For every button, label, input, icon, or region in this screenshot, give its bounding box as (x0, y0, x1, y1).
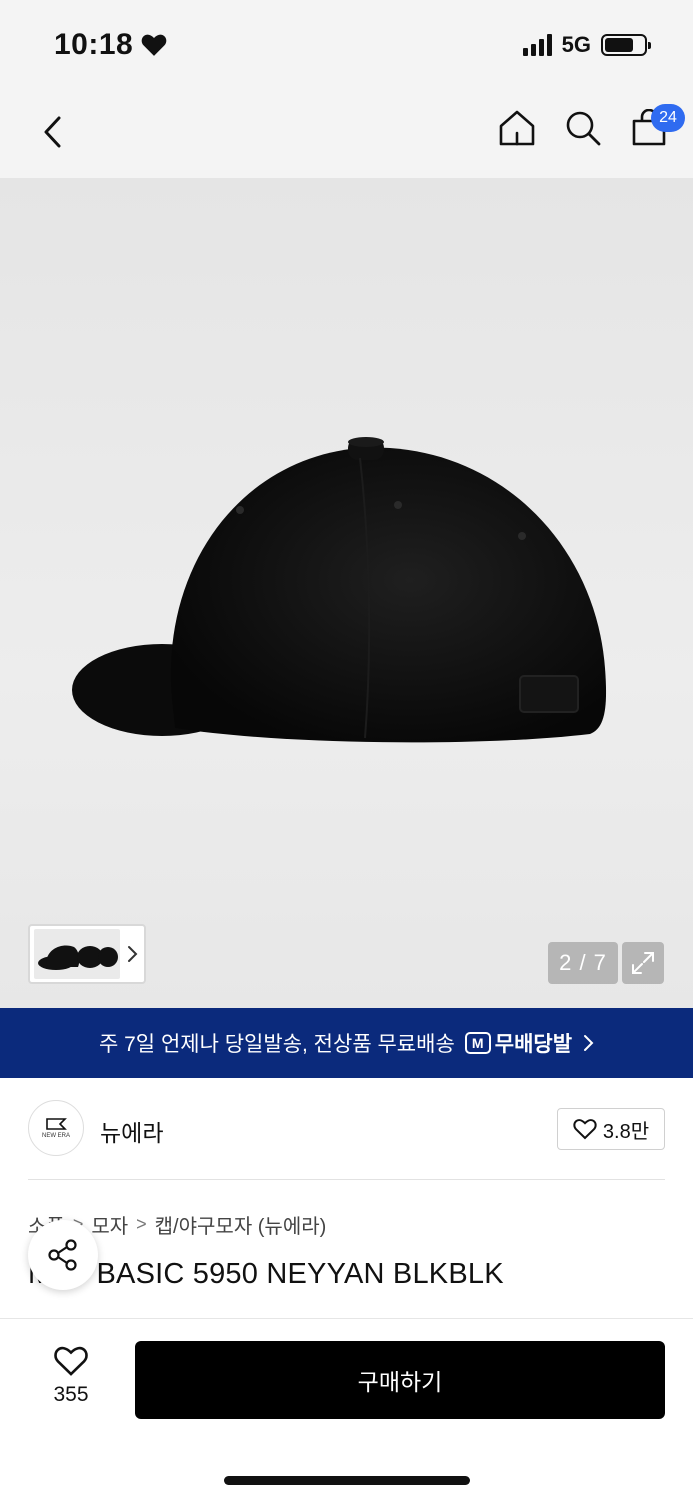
shipping-banner[interactable]: 주 7일 언제나 당일발송, 전상품 무료배송 M 무배당발 (0, 1008, 693, 1078)
product-image (72, 437, 607, 743)
chevron-right-icon (126, 945, 138, 963)
nav-actions: 24 (497, 104, 685, 150)
banner-logo: M 무배당발 (464, 1028, 573, 1058)
image-page-indicator: 2 / 7 (548, 942, 618, 984)
cart-count-badge: 24 (651, 104, 685, 132)
thumbnail-strip[interactable] (28, 924, 146, 984)
wishlist-count: 355 (53, 1383, 89, 1406)
home-icon (499, 110, 535, 146)
breadcrumb-item[interactable]: 모자 (91, 1210, 128, 1239)
breadcrumb-item[interactable]: 캡/야구모자 (뉴에라) (155, 1210, 327, 1239)
product-title: MLB BASIC 5950 NEYYAN BLKBLK (28, 1258, 504, 1290)
search-button[interactable] (563, 106, 603, 150)
banner-text: 주 7일 언제나 당일발송, 전상품 무료배송 (98, 1033, 455, 1056)
expand-icon (632, 952, 654, 974)
product-image-gallery[interactable]: 2 / 7 (0, 178, 693, 1008)
nav-bar: 24 (0, 90, 693, 178)
heart-outline-icon (54, 1346, 88, 1376)
status-time: 10:18 (54, 28, 167, 62)
brand-like-count: 3.8만 (602, 1120, 650, 1143)
back-button[interactable] (32, 110, 72, 154)
buy-button[interactable]: 구매하기 (135, 1341, 665, 1419)
network-type: 5G (561, 32, 591, 57)
share-button[interactable] (28, 1220, 98, 1290)
signal-icon (522, 34, 552, 56)
bottom-purchase-bar: 355 구매하기 (0, 1318, 693, 1500)
new-era-flag-icon (46, 1118, 67, 1130)
delivery-truck-icon: M (464, 1032, 491, 1054)
status-time-text: 10:18 (54, 28, 134, 61)
brand-logo[interactable]: NEW ERA (28, 1100, 84, 1156)
home-indicator (224, 1476, 470, 1485)
chevron-right-icon: > (136, 1214, 147, 1234)
status-indicators: 5G (522, 32, 651, 58)
share-icon (48, 1239, 77, 1271)
cart-button[interactable]: 24 (629, 104, 685, 150)
brand-logo-text: NEW ERA (41, 1133, 70, 1139)
expand-image-button[interactable] (622, 942, 664, 984)
thumbnail-image (34, 929, 120, 979)
chevron-left-icon (44, 116, 61, 148)
heart-filled-icon (141, 34, 167, 56)
brand-like-button[interactable]: 3.8만 (557, 1108, 665, 1150)
status-bar: 10:18 5G (0, 0, 693, 90)
chevron-right-icon (584, 1035, 594, 1051)
divider (28, 1179, 665, 1180)
brand-row[interactable]: NEW ERA 뉴에라 3.8만 (0, 1078, 693, 1180)
heart-outline-icon (573, 1119, 597, 1140)
battery-icon (601, 34, 651, 56)
wishlist-button[interactable]: 355 (38, 1345, 104, 1407)
brand-name[interactable]: 뉴에라 (100, 1114, 163, 1148)
search-icon (566, 111, 601, 146)
home-button[interactable] (497, 106, 537, 150)
banner-logo-text: 무배당발 (494, 1033, 573, 1056)
